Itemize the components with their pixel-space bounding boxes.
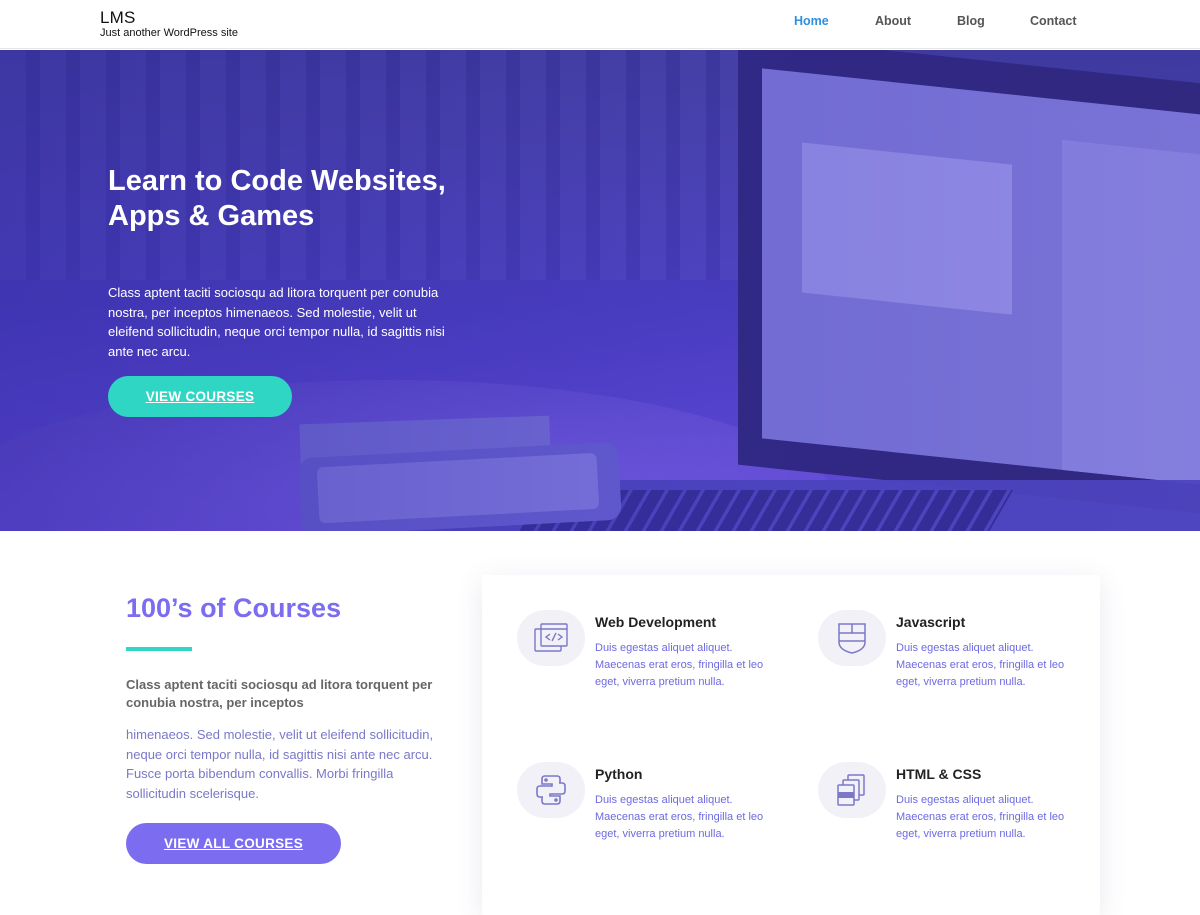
feature-text: Duis egestas aliquet aliquet. Maecenas e… [595, 794, 764, 840]
feature-text: Duis egestas aliquet aliquet. Maecenas e… [595, 642, 764, 688]
courses-section: 100’s of Courses Class aptent taciti soc… [0, 531, 1200, 915]
hero-section: Learn to Code Websites, Apps & Games Cla… [0, 50, 1200, 531]
nav-home[interactable]: Home [794, 14, 829, 28]
python-icon [517, 762, 585, 818]
feature-text: Duis egestas aliquet aliquet. Maecenas e… [896, 794, 1065, 840]
site-header: LMS Just another WordPress site Home Abo… [0, 0, 1200, 49]
feature-javascript: Javascript Duis egestas aliquet aliquet.… [818, 610, 1098, 730]
feature-title: Javascript [896, 614, 966, 630]
site-title[interactable]: LMS [100, 8, 238, 27]
code-window-icon [517, 610, 585, 666]
nav-blog[interactable]: Blog [957, 14, 985, 28]
courses-lead: Class aptent taciti sociosqu ad litora t… [126, 677, 433, 710]
feature-title: HTML & CSS [896, 766, 982, 782]
title-divider [126, 647, 192, 651]
courses-title: 100’s of Courses [126, 593, 342, 623]
site-tagline: Just another WordPress site [100, 27, 238, 39]
shield-layout-icon [818, 610, 886, 666]
nav-about[interactable]: About [875, 14, 911, 28]
hero-text: Class aptent taciti sociosqu ad litora t… [108, 285, 445, 359]
view-all-courses-button[interactable]: VIEW ALL COURSES [126, 823, 341, 864]
site-branding[interactable]: LMS Just another WordPress site [100, 8, 238, 39]
hero-title: Learn to Code Websites, Apps & Games [108, 165, 446, 232]
features-card: Web Development Duis egestas aliquet ali… [482, 575, 1100, 915]
view-courses-button[interactable]: VIEW COURSES [108, 376, 292, 417]
nav-contact[interactable]: Contact [1030, 14, 1077, 28]
feature-web-development: Web Development Duis egestas aliquet ali… [517, 610, 797, 730]
files-icon [818, 762, 886, 818]
feature-html-css: HTML & CSS Duis egestas aliquet aliquet.… [818, 762, 1098, 882]
feature-title: Python [595, 766, 643, 782]
feature-python: Python Duis egestas aliquet aliquet. Mae… [517, 762, 797, 882]
feature-text: Duis egestas aliquet aliquet. Maecenas e… [896, 642, 1065, 688]
courses-body: himenaeos. Sed molestie, velit ut eleife… [126, 727, 434, 801]
feature-title: Web Development [595, 614, 717, 630]
